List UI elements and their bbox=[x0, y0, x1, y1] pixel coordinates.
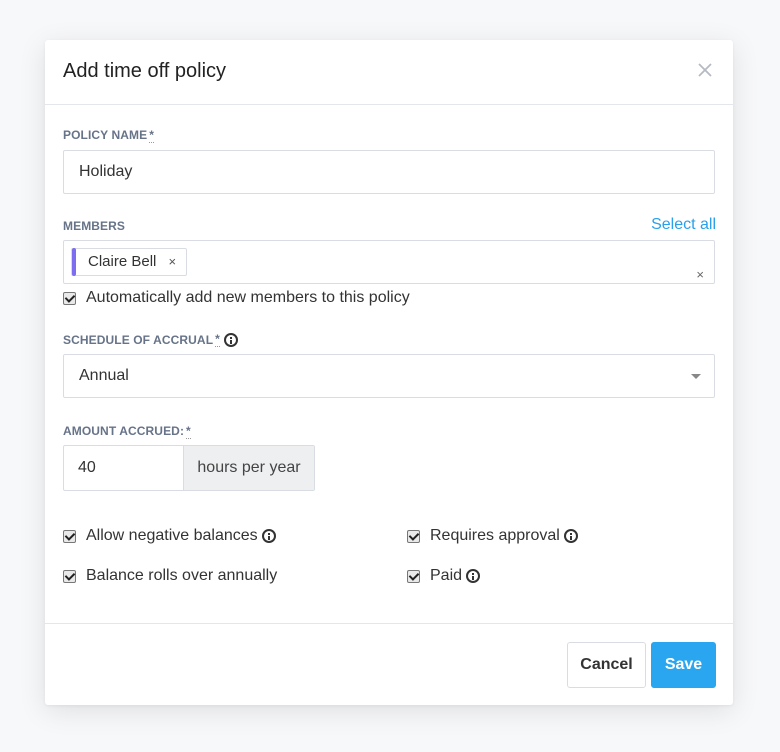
save-button[interactable]: Save bbox=[651, 642, 716, 688]
cancel-button[interactable]: Cancel bbox=[567, 642, 646, 688]
allow-negative-label: Allow negative balances bbox=[86, 527, 258, 544]
schedule-selected-value: Annual bbox=[79, 367, 129, 384]
auto-add-label: Automatically add new members to this po… bbox=[86, 289, 410, 306]
allow-negative-option[interactable]: Allow negative balances bbox=[63, 527, 276, 545]
paid-label: Paid bbox=[430, 567, 463, 584]
auto-add-checkbox[interactable] bbox=[63, 291, 76, 305]
required-marker: * bbox=[186, 424, 191, 439]
clear-members-icon[interactable]: × bbox=[696, 254, 704, 296]
schedule-select[interactable]: Annual bbox=[63, 354, 715, 398]
info-icon[interactable] bbox=[261, 529, 276, 543]
member-chip-label: Claire Bell bbox=[88, 253, 157, 270]
info-icon[interactable] bbox=[466, 569, 481, 583]
required-marker: * bbox=[149, 128, 155, 143]
amount-label: AMOUNT ACCRUED: * bbox=[63, 424, 191, 439]
requires-approval-option[interactable]: Requires approval bbox=[407, 527, 578, 545]
close-icon[interactable] bbox=[695, 60, 715, 80]
members-select[interactable]: Claire Bell × × bbox=[63, 240, 715, 284]
policy-name-label-text: POLICY NAME bbox=[63, 128, 148, 142]
members-label: MEMBERS bbox=[63, 219, 126, 233]
amount-unit: hours per year bbox=[183, 446, 314, 490]
policy-name-input[interactable]: Holiday bbox=[63, 150, 715, 194]
dialog-title: Add time off policy bbox=[63, 60, 227, 82]
requires-approval-label: Requires approval bbox=[430, 527, 560, 544]
remove-member-icon[interactable]: × bbox=[169, 254, 177, 269]
paid-option[interactable]: Paid bbox=[407, 567, 481, 585]
policy-name-label: POLICY NAME * bbox=[63, 128, 155, 143]
auto-add-members-option[interactable]: Automatically add new members to this po… bbox=[63, 289, 410, 307]
required-marker: * bbox=[215, 332, 220, 347]
requires-approval-checkbox[interactable] bbox=[407, 529, 420, 543]
rollover-option[interactable]: Balance rolls over annually bbox=[63, 567, 277, 585]
info-icon[interactable] bbox=[223, 332, 238, 347]
rollover-label: Balance rolls over annually bbox=[86, 567, 278, 584]
rollover-checkbox[interactable] bbox=[63, 569, 76, 583]
schedule-label: SCHEDULE OF ACCRUAL * bbox=[63, 332, 238, 347]
select-all-link[interactable]: Select all bbox=[651, 216, 716, 234]
dropdown-arrow-icon bbox=[691, 374, 701, 379]
add-policy-dialog: Add time off policy POLICY NAME * Holiday… bbox=[45, 40, 733, 705]
member-color-bar bbox=[72, 248, 76, 276]
dialog-footer: Cancel Save bbox=[45, 623, 733, 706]
amount-input[interactable]: 40 bbox=[64, 446, 183, 490]
paid-checkbox[interactable] bbox=[407, 569, 420, 583]
member-chip: Claire Bell × bbox=[71, 248, 188, 276]
allow-negative-checkbox[interactable] bbox=[63, 529, 76, 543]
schedule-label-text: SCHEDULE OF ACCRUAL bbox=[63, 332, 214, 347]
info-icon[interactable] bbox=[563, 529, 578, 543]
amount-label-text: AMOUNT ACCRUED: bbox=[63, 424, 185, 438]
dialog-header: Add time off policy bbox=[45, 40, 733, 105]
amount-input-group: 40 hours per year bbox=[63, 445, 315, 491]
